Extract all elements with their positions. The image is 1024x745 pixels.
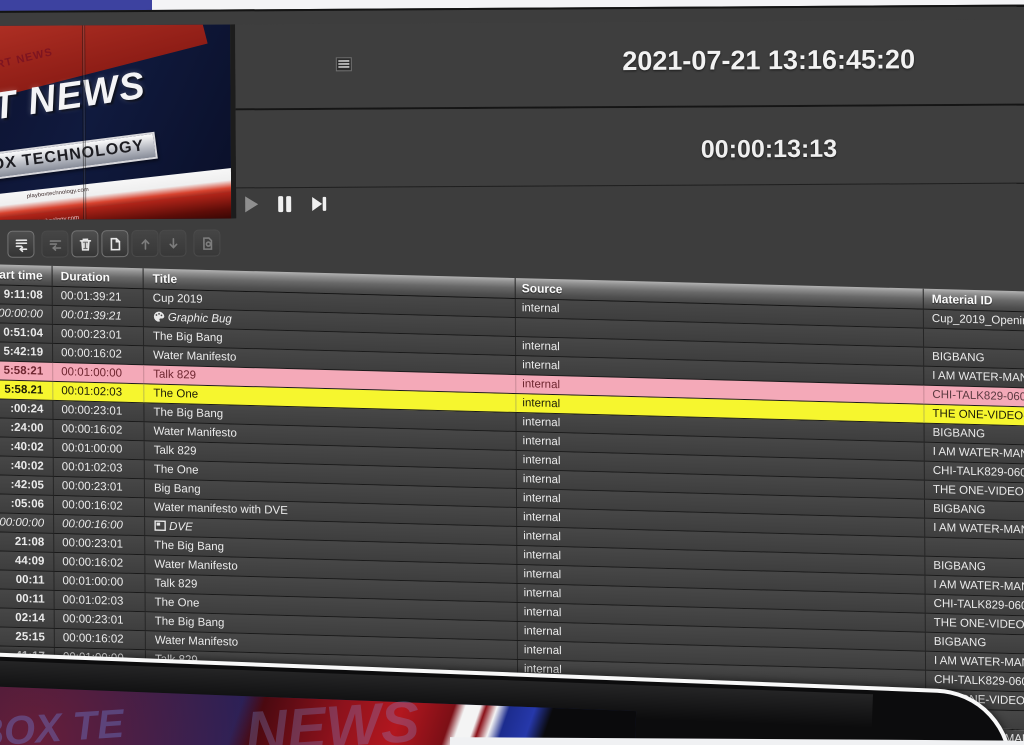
cell-start-time: 00:00:00:00	[0, 513, 53, 533]
current-datetime: 2021-07-21 13:16:45:20	[622, 44, 915, 77]
pause-button[interactable]	[275, 194, 295, 214]
cell-start-time: :00:24	[0, 399, 52, 419]
document-properties-icon	[199, 235, 215, 251]
cell-start-time: :40:02	[0, 456, 53, 476]
skip-next-icon	[309, 194, 329, 214]
trash-icon	[77, 236, 93, 252]
move-up-button[interactable]	[131, 230, 158, 257]
preview-banner-text: BOX TECHNOLOGY	[0, 132, 158, 183]
cell-duration: 00:01:39:21	[52, 306, 143, 326]
cell-duration: 00:00:16:02	[53, 496, 144, 516]
trash-button[interactable]	[71, 230, 98, 257]
remove-row-icon	[47, 236, 63, 252]
tablet-ghost-text-right: NEWS	[243, 688, 421, 745]
countdown-panel: 00:00:13:13	[236, 105, 1024, 187]
toolbar	[0, 220, 1024, 263]
cell-start-time: 44:09	[0, 551, 53, 571]
tablet-ghost-text-left: BOX TE	[0, 702, 125, 745]
video-preview-monitor: ORT NEWS RT NEWS BOX TECHNOLOGY playboxt…	[0, 24, 231, 220]
pause-icon	[275, 194, 295, 214]
play-icon	[241, 194, 261, 214]
cell-duration: 00:00:23:01	[53, 534, 144, 554]
cell-duration: 00:00:23:01	[52, 401, 143, 421]
cell-duration: 00:01:02:03	[54, 591, 145, 611]
column-header-duration[interactable]: Duration	[52, 266, 143, 288]
cell-start-time: 00:00:00:00	[0, 304, 52, 324]
cell-duration: 00:00:16:02	[52, 420, 143, 440]
cell-duration: 00:01:39:21	[52, 287, 143, 307]
cell-start-time: 00:11	[0, 570, 54, 590]
cell-start-time: :40:02	[0, 437, 53, 457]
cell-duration: 00:01:00:00	[53, 439, 144, 459]
cell-start-time: 25:15	[0, 627, 54, 647]
menu-button[interactable]	[335, 57, 353, 73]
cell-duration: 00:00:23:01	[52, 325, 143, 345]
cell-start-time: 5:42:19	[0, 342, 52, 362]
cell-duration: 00:00:16:02	[54, 629, 145, 649]
dve-icon	[154, 520, 166, 538]
cell-start-time: 9:11:08	[0, 285, 52, 305]
play-button[interactable]	[241, 194, 261, 214]
cell-start-time: 00:11	[0, 589, 54, 609]
column-header-material-id[interactable]: Material ID	[923, 289, 1024, 313]
cell-start-time: :24:00	[0, 418, 53, 438]
cell-start-time: :05:06	[0, 494, 53, 514]
palette-icon	[153, 311, 165, 329]
column-header-start-time[interactable]: Start time	[0, 264, 52, 286]
cell-duration: 00:01:02:03	[53, 458, 144, 478]
cell-start-time: 02:14	[0, 608, 54, 628]
cell-duration: 00:01:00:00	[52, 363, 143, 383]
cell-duration: 00:00:16:02	[53, 553, 144, 573]
screenshot-root: ORT NEWS RT NEWS BOX TECHNOLOGY playboxt…	[0, 0, 1024, 745]
cell-start-time: 5:58:21	[0, 361, 52, 381]
cell-start-time: 5:58.21	[0, 380, 52, 400]
playout-app-window: ORT NEWS RT NEWS BOX TECHNOLOGY playboxt…	[0, 4, 1024, 725]
transport-controls	[241, 192, 329, 217]
hamburger-icon	[335, 57, 353, 73]
cell-start-time: 21:08	[0, 532, 53, 552]
remove-row-button[interactable]	[41, 230, 68, 257]
cell-duration: 00:00:23:01	[54, 610, 145, 630]
cell-duration: 00:01:02:03	[52, 382, 143, 402]
skip-next-button[interactable]	[309, 194, 329, 214]
new-document-icon	[107, 236, 123, 252]
move-down-button[interactable]	[159, 230, 186, 257]
cell-duration: 00:00:16:02	[52, 344, 143, 364]
cell-start-time: :42:05	[0, 475, 53, 495]
move-down-icon	[165, 235, 181, 251]
document-properties-button[interactable]	[193, 230, 220, 257]
cell-duration: 00:01:00:00	[53, 572, 144, 592]
insert-row-icon	[13, 236, 29, 252]
insert-row-button[interactable]	[7, 231, 34, 258]
new-document-button[interactable]	[101, 230, 128, 257]
move-up-icon	[137, 235, 153, 251]
cell-start-time: 0:51:04	[0, 323, 52, 343]
remaining-time: 00:00:13:13	[701, 135, 837, 165]
clock-panel: 2021-07-21 13:16:45:20	[235, 19, 1024, 108]
cell-duration: 00:00:23:01	[53, 477, 144, 497]
cell-duration: 00:00:16:00	[53, 515, 144, 535]
